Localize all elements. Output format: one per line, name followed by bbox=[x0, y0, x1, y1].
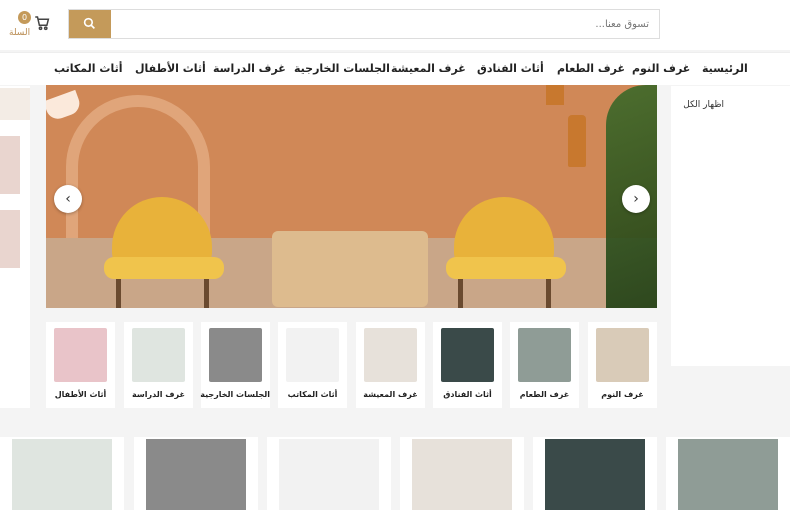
category-label: أثاث الفنادق bbox=[443, 390, 492, 399]
left-thumb-image[interactable] bbox=[0, 136, 20, 194]
left-thumb-image[interactable] bbox=[0, 210, 20, 268]
product-image bbox=[412, 439, 512, 510]
left-panel bbox=[0, 86, 30, 408]
nav-item-office-furniture[interactable]: أثاث المكاتب bbox=[54, 62, 123, 75]
product-card[interactable] bbox=[134, 437, 258, 510]
product-card[interactable] bbox=[533, 437, 657, 510]
hero-banner[interactable]: ‹ › bbox=[46, 85, 657, 308]
nav-item-living-rooms[interactable]: غرف المعيشة bbox=[391, 62, 466, 75]
category-image bbox=[54, 328, 107, 382]
product-image bbox=[678, 439, 778, 510]
main-nav: الرئيسية غرف النوم غرف الطعام أثاث الفنا… bbox=[0, 52, 790, 85]
product-strip bbox=[0, 437, 790, 510]
nav-item-kids-furniture[interactable]: أثاث الأطفال bbox=[135, 62, 206, 75]
product-image bbox=[279, 439, 379, 510]
category-card[interactable]: الجلسات الخارجية bbox=[200, 322, 270, 408]
nav-item-home[interactable]: الرئيسية bbox=[702, 62, 748, 75]
show-all-link[interactable]: اظهار الكل bbox=[683, 100, 724, 110]
yellow-chair bbox=[446, 197, 566, 308]
search-button[interactable] bbox=[69, 10, 111, 38]
category-card[interactable]: غرف الدراسة bbox=[124, 322, 193, 408]
cart-count-badge: 0 bbox=[18, 11, 31, 24]
pendant-lamp bbox=[546, 85, 564, 105]
category-label: أثاث المكاتب bbox=[287, 390, 338, 399]
category-image bbox=[441, 328, 494, 382]
nav-item-hotel-furniture[interactable]: أثاث الفنادق bbox=[477, 62, 544, 75]
side-card: اظهار الكل bbox=[671, 86, 790, 366]
nav-item-outdoor-seating[interactable]: الجلسات الخارجية bbox=[294, 62, 390, 75]
category-image bbox=[364, 328, 417, 382]
category-card[interactable]: أثاث الفنادق bbox=[433, 322, 502, 408]
slider-prev-button[interactable]: ‹ bbox=[54, 185, 82, 213]
top-bar: 0 السلة bbox=[0, 0, 790, 50]
category-label: غرف النوم bbox=[601, 390, 644, 399]
category-image bbox=[596, 328, 649, 382]
category-card[interactable]: غرف الطعام bbox=[510, 322, 579, 408]
side-table bbox=[272, 231, 428, 307]
nav-item-bedrooms[interactable]: غرف النوم bbox=[632, 62, 690, 75]
category-label: غرف الدراسة bbox=[132, 390, 185, 399]
product-image bbox=[12, 439, 112, 510]
category-card[interactable]: غرف المعيشة bbox=[356, 322, 425, 408]
category-card[interactable]: أثاث المكاتب bbox=[278, 322, 347, 408]
product-card[interactable] bbox=[400, 437, 524, 510]
nav-item-dining-rooms[interactable]: غرف الطعام bbox=[557, 62, 625, 75]
category-image bbox=[132, 328, 185, 382]
category-card[interactable]: أثاث الأطفال bbox=[46, 322, 115, 408]
category-label: أثاث الأطفال bbox=[54, 390, 107, 399]
pendant-lamp bbox=[568, 115, 586, 167]
cart-label: السلة bbox=[9, 28, 31, 38]
nav-item-study-rooms[interactable]: غرف الدراسة bbox=[213, 62, 286, 75]
cart-icon bbox=[35, 16, 50, 31]
left-strip bbox=[0, 88, 30, 120]
cart-button[interactable]: 0 السلة bbox=[6, 8, 50, 40]
product-image bbox=[146, 439, 246, 510]
search-icon bbox=[83, 17, 95, 29]
category-card[interactable]: غرف النوم bbox=[588, 322, 657, 408]
search-bar bbox=[68, 9, 660, 39]
yellow-chair bbox=[104, 197, 224, 308]
category-image bbox=[286, 328, 339, 382]
category-label: غرف المعيشة bbox=[363, 390, 418, 399]
category-row: غرف النوم غرف الطعام أثاث الفنادق غرف ال… bbox=[46, 322, 657, 408]
product-image bbox=[545, 439, 645, 510]
product-card[interactable] bbox=[0, 437, 124, 510]
pendant-lamp bbox=[46, 89, 83, 123]
category-image bbox=[518, 328, 571, 382]
category-label: غرف الطعام bbox=[519, 390, 570, 399]
search-input[interactable] bbox=[115, 10, 655, 38]
category-label: الجلسات الخارجية bbox=[200, 390, 270, 399]
product-card[interactable] bbox=[267, 437, 391, 510]
product-card[interactable] bbox=[666, 437, 790, 510]
slider-next-button[interactable]: › bbox=[622, 185, 650, 213]
category-image bbox=[209, 328, 262, 382]
